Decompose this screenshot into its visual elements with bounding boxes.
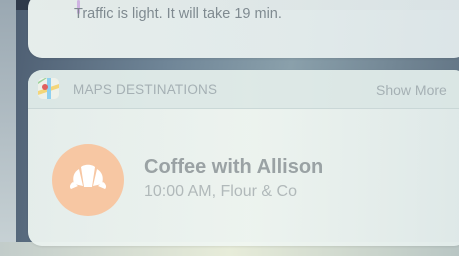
show-more-button[interactable]: Show More [376,82,447,98]
destination-title: Coffee with Allison [144,156,324,178]
widget-title: MAPS DESTINATIONS [73,82,218,97]
widget-header: MAPS DESTINATIONS Show More [28,70,459,109]
destination-item[interactable]: Coffee with Allison 10:00 AM, Flour & Co [28,108,459,246]
maps-destinations-widget: MAPS DESTINATIONS Show More Coffee with … [28,70,459,246]
croissant-icon [69,164,107,189]
maps-app-icon [38,78,59,99]
destination-subtitle: 10:00 AM, Flour & Co [144,183,297,200]
traffic-status-text: Traffic is light. It will take 19 min. [74,6,282,22]
left-background-strip [0,0,16,256]
destination-icon-circle [52,144,124,216]
